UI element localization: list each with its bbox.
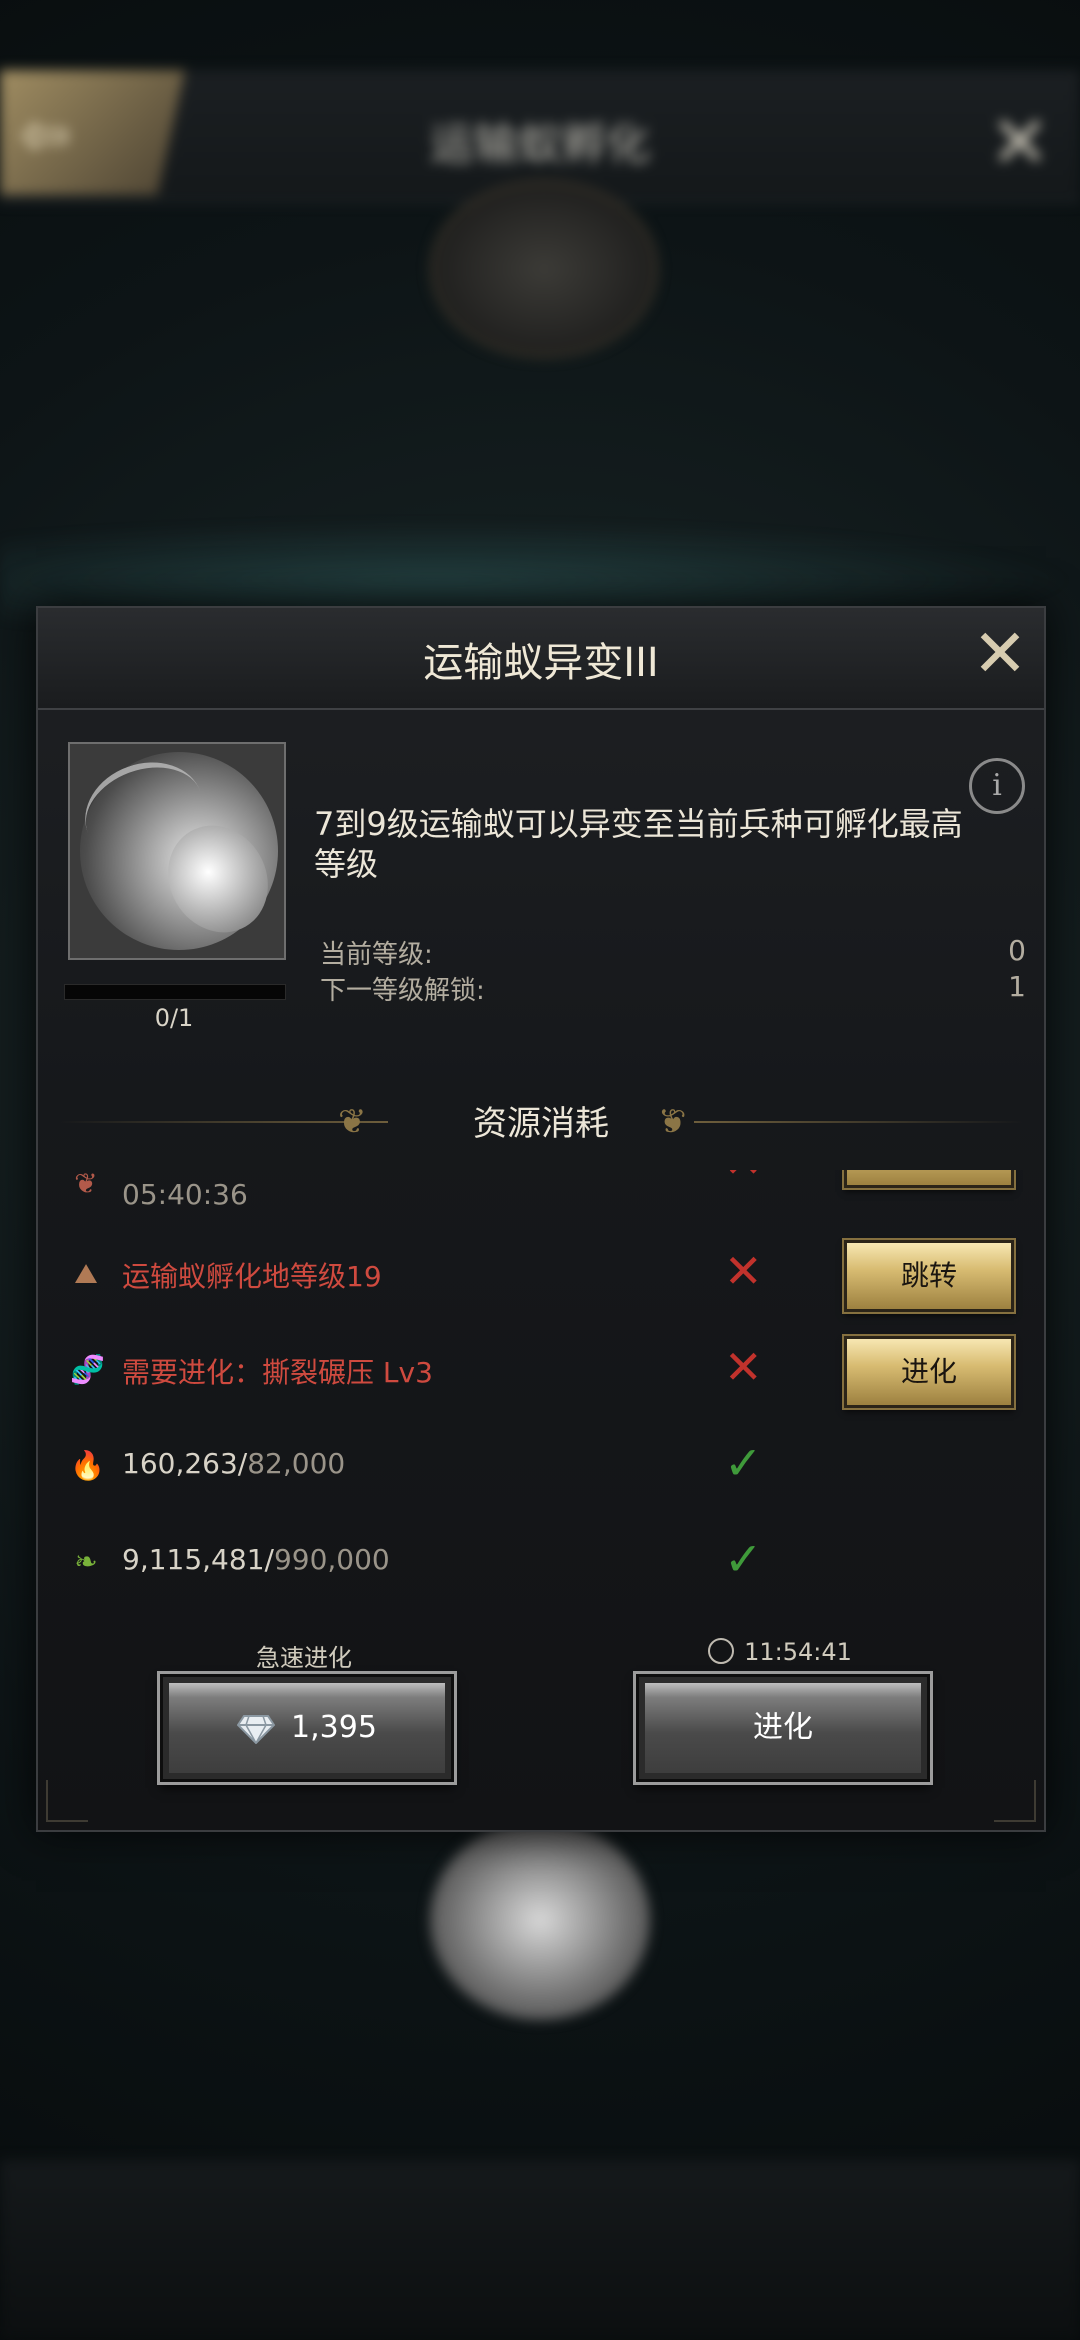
progress-bar <box>64 984 286 1000</box>
unit-emblem <box>430 180 658 358</box>
timer-text: 11:54:41 <box>744 1638 852 1666</box>
current-level-label: 当前等级: <box>320 940 433 970</box>
mutation-dialog: 运输蚁异变III ✕ 0/1 7到9级运输蚁可以异变至当前兵种可孵化最高等级 i… <box>36 606 1046 1832</box>
page-title: 运输蚁孵化 <box>430 119 650 170</box>
requirement-text: 运输蚁孵化地等级19 <box>122 1260 382 1293</box>
info-icon[interactable]: i <box>969 758 1025 814</box>
unit-portrait <box>68 742 286 960</box>
diamond-icon <box>237 1714 276 1744</box>
evolve-button[interactable]: 进化 <box>633 1671 933 1785</box>
mutation-description: 7到9级运输蚁可以异变至当前兵种可孵化最高等级 <box>314 805 963 883</box>
leaf-icon: ❧ <box>74 1545 98 1578</box>
brain-icon: ❦ <box>74 1170 98 1200</box>
instant-evolve-label: 急速进化 <box>256 1644 352 1672</box>
clock-icon <box>708 1638 735 1664</box>
requirement-row-timer: ❦ 05:40:36 ✕ 加速 <box>38 1170 1044 1220</box>
next-unlock-label: 下一等级解锁: <box>320 976 485 1006</box>
goto-button[interactable]: 跳转 <box>842 1238 1016 1314</box>
diamond-cost: 1,395 <box>291 1710 377 1745</box>
fail-mark-icon: ✕ <box>724 1340 763 1394</box>
next-unlock-value: 1 <box>1008 970 1026 1003</box>
requirement-row-nest: ⛰ 运输蚁孵化地等级19 ✕ 跳转 <box>38 1238 1044 1314</box>
page-close-icon[interactable]: ✕ <box>990 100 1050 184</box>
dialog-header: 运输蚁异变III ✕ <box>38 608 1044 710</box>
footer-bar <box>0 2160 1080 2340</box>
need-amount: 82,000 <box>247 1447 346 1480</box>
nest-icon: ⛰ <box>74 1257 98 1290</box>
have-amount: 160,263 <box>122 1447 238 1480</box>
requirement-text: 9,115,481/990,000 <box>122 1543 390 1576</box>
requirement-row-evolution: 🧬 需要进化：撕裂碾压 Lv3 ✕ 进化 <box>38 1334 1044 1410</box>
requirement-text: 需要进化：撕裂碾压 Lv3 <box>122 1356 433 1389</box>
requirement-row-leaf: ❧ 9,115,481/990,000 ✓ <box>38 1528 1044 1598</box>
have-amount: 9,115,481 <box>122 1543 265 1576</box>
corner-ornament <box>994 1780 1036 1822</box>
evolve-skill-button[interactable]: 进化 <box>842 1334 1016 1410</box>
fail-mark-icon: ✕ <box>724 1244 763 1298</box>
evolve-timer: 11:54:41 <box>636 1638 924 1666</box>
need-amount: 990,000 <box>273 1543 390 1576</box>
progress-text: 0/1 <box>154 1004 194 1032</box>
requirement-row-water: 🔥 160,263/82,000 ✓ <box>38 1432 1044 1502</box>
close-icon[interactable]: ✕ <box>968 621 1032 687</box>
dna-icon: 🧬 <box>70 1353 105 1386</box>
requirement-text: 160,263/82,000 <box>122 1447 346 1480</box>
requirement-text: 05:40:36 <box>122 1178 248 1211</box>
ok-check-icon: ✓ <box>724 1436 763 1490</box>
instant-evolve-button[interactable]: 1,395 <box>157 1671 457 1785</box>
dialog-title: 运输蚁异变III <box>423 640 659 686</box>
current-level-value: 0 <box>1008 934 1026 967</box>
speedup-button[interactable]: 加速 <box>842 1170 1016 1190</box>
fail-mark-icon: ✕ <box>724 1170 763 1186</box>
section-title: 资源消耗 <box>473 1104 609 1144</box>
ok-check-icon: ✓ <box>724 1532 763 1586</box>
water-drop-icon: 🔥 <box>70 1449 105 1482</box>
corner-ornament <box>46 1780 88 1822</box>
